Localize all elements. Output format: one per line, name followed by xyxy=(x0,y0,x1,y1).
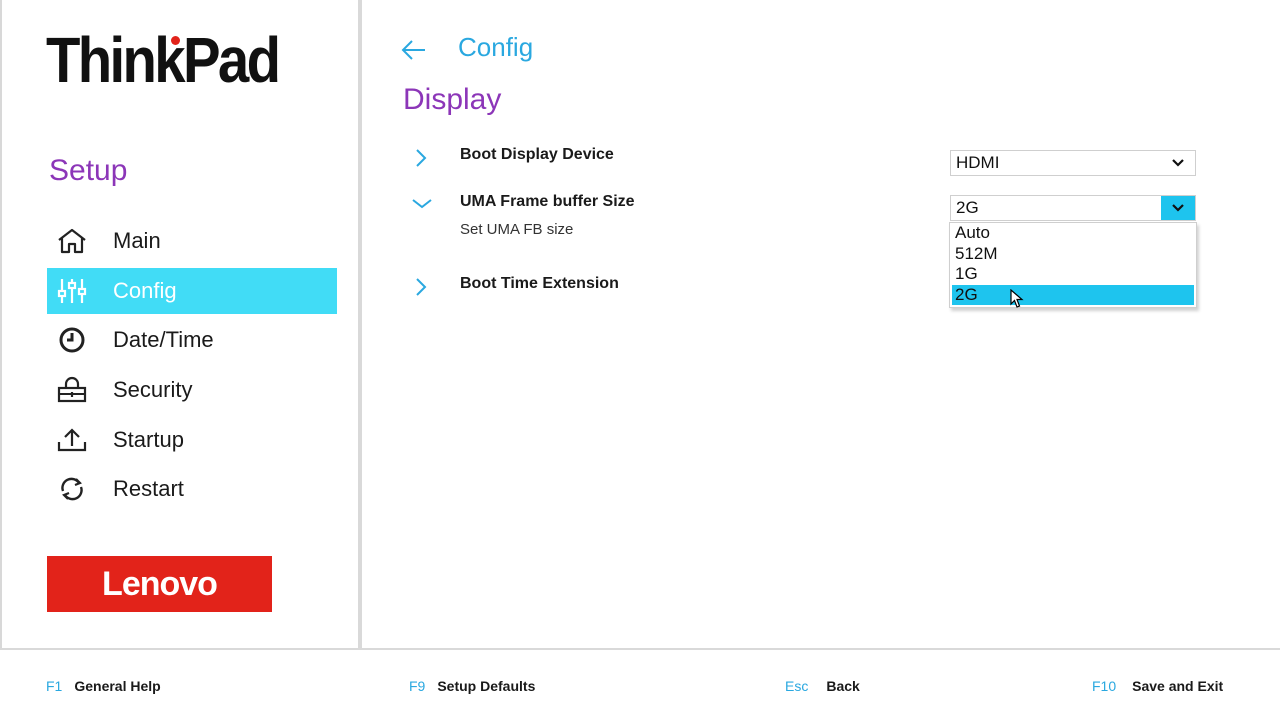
mouse-pointer-icon xyxy=(1010,288,1024,309)
footer-key-code: F1 xyxy=(46,678,63,694)
home-icon xyxy=(55,226,89,256)
select-value: 2G xyxy=(956,198,979,217)
chevron-right-icon[interactable] xyxy=(410,146,434,170)
footer-keybar: F1 General Help F9 Setup Defaults Esc Back … xyxy=(0,648,1280,720)
setting-label: Boot Time Extension xyxy=(460,275,619,292)
clock-icon xyxy=(55,325,89,355)
sidebar-item-config[interactable]: Config xyxy=(47,267,337,314)
thinkpad-logo: ThinkPad xyxy=(46,24,281,96)
chevron-down-icon[interactable] xyxy=(410,193,434,217)
boot-display-device-select[interactable]: HDMI xyxy=(950,150,1196,176)
refresh-icon xyxy=(55,474,89,504)
sidebar-item-date-time[interactable]: Date/Time xyxy=(47,317,337,363)
uma-size-dropdown-list: Auto 512M 1G 2G xyxy=(949,222,1197,308)
select-value: HDMI xyxy=(956,153,1000,172)
setup-title: Setup xyxy=(49,154,128,187)
sidebar-item-label: Date/Time xyxy=(113,327,214,353)
sidebar-nav: Main Config Date/Time Security Startup R… xyxy=(47,218,337,516)
footer-key-label: Save and Exit xyxy=(1132,678,1224,694)
lenovo-logo: Lenovo xyxy=(47,556,272,612)
footer-key-label: Setup Defaults xyxy=(437,678,536,694)
sliders-icon xyxy=(55,276,89,306)
footer-key-save-exit[interactable]: F10 Save and Exit xyxy=(1092,678,1223,694)
footer-key-label: Back xyxy=(826,678,860,694)
uma-frame-buffer-size-select[interactable]: 2G xyxy=(950,195,1196,221)
setting-description: Set UMA FB size xyxy=(460,221,574,238)
chevron-right-icon[interactable] xyxy=(410,275,434,299)
chevron-down-icon[interactable] xyxy=(1161,196,1195,220)
sidebar-item-label: Security xyxy=(113,377,193,403)
sidebar-item-startup[interactable]: Startup xyxy=(47,417,337,463)
sidebar-item-restart[interactable]: Restart xyxy=(47,466,337,512)
page-title: Display xyxy=(403,83,502,116)
footer-key-back[interactable]: Esc Back xyxy=(785,678,860,694)
dropdown-option-1g[interactable]: 1G xyxy=(950,264,1196,285)
dropdown-option-auto[interactable]: Auto xyxy=(950,223,1196,244)
sidebar-item-label: Startup xyxy=(113,426,184,452)
dropdown-option-2g[interactable]: 2G xyxy=(952,284,1194,305)
footer-key-label: General Help xyxy=(74,678,161,694)
bios-setup-screen: ThinkPad Setup Main Config Date/Time Sec… xyxy=(0,0,1280,720)
footer-key-code: F9 xyxy=(409,678,426,694)
sidebar-item-label: Config xyxy=(113,277,177,303)
footer-key-code: F10 xyxy=(1092,678,1117,694)
chevron-down-icon[interactable] xyxy=(1161,151,1195,175)
back-arrow-icon[interactable] xyxy=(400,36,428,64)
sidebar-item-label: Main xyxy=(113,228,161,253)
footer-key-general-help[interactable]: F1 General Help xyxy=(46,678,161,694)
sidebar: ThinkPad Setup Main Config Date/Time Sec… xyxy=(0,0,358,648)
sidebar-item-main[interactable]: Main xyxy=(47,218,337,264)
sidebar-item-label: Restart xyxy=(113,476,184,502)
lock-icon xyxy=(55,375,89,405)
footer-key-setup-defaults[interactable]: F9 Setup Defaults xyxy=(409,678,535,694)
setting-label: UMA Frame buffer Size xyxy=(460,193,635,210)
setting-label: Boot Display Device xyxy=(460,146,614,163)
footer-key-code: Esc xyxy=(785,678,809,694)
thinkpad-logo-dot xyxy=(171,36,180,45)
sidebar-divider xyxy=(358,0,362,648)
upload-icon xyxy=(55,425,89,455)
breadcrumb[interactable]: Config xyxy=(458,32,533,63)
sidebar-item-security[interactable]: Security xyxy=(47,367,337,413)
dropdown-option-512m[interactable]: 512M xyxy=(950,244,1196,265)
